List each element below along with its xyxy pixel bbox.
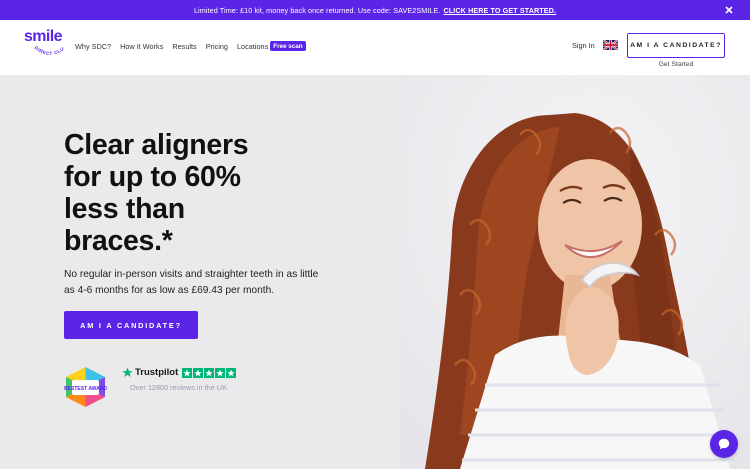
trustpilot-widget[interactable]: Trustpilot Over 12800 reviews in the UK bbox=[122, 367, 242, 392]
nav-locations[interactable]: Locations bbox=[237, 42, 268, 51]
logo[interactable]: smile DIRECT CLUB bbox=[24, 29, 70, 67]
headline-line-3: less than bbox=[64, 193, 185, 225]
close-icon[interactable] bbox=[722, 3, 736, 17]
uk-flag-icon[interactable] bbox=[603, 40, 618, 50]
award-badge-icon: BESTEST AWARD bbox=[64, 367, 107, 407]
headline-line-1: Clear aligners bbox=[64, 129, 249, 161]
sign-in-link[interactable]: Sign In bbox=[572, 41, 595, 50]
main-nav: Why SDC? How It Works Results Pricing Lo… bbox=[75, 41, 306, 51]
logo-subtext: DIRECT CLUB bbox=[32, 46, 65, 56]
nav-why-sdc[interactable]: Why SDC? bbox=[75, 42, 111, 51]
hero-candidate-button[interactable]: AM I A CANDIDATE? bbox=[64, 311, 198, 339]
get-started-link[interactable]: Get Started bbox=[627, 61, 725, 68]
rating-star-icon bbox=[182, 367, 193, 378]
trustpilot-brand: Trustpilot bbox=[135, 367, 179, 378]
header-candidate-button[interactable]: AM I A CANDIDATE? bbox=[627, 33, 725, 58]
nav-how-it-works[interactable]: How It Works bbox=[120, 42, 163, 51]
nav-pricing[interactable]: Pricing bbox=[206, 42, 228, 51]
hero-headline: Clear aligners for up to 60% less than b… bbox=[64, 129, 294, 257]
hero-subcopy: No regular in-person visits and straight… bbox=[64, 269, 319, 296]
promo-text: Limited Time: £10 kit, money back once r… bbox=[193, 5, 441, 15]
hero-photo bbox=[400, 75, 750, 469]
rating-star-icon bbox=[226, 367, 237, 378]
chat-bubble-icon bbox=[718, 438, 730, 450]
nav-results[interactable]: Results bbox=[172, 42, 196, 51]
trustpilot-rating bbox=[182, 367, 237, 378]
chat-launcher-button[interactable] bbox=[710, 430, 738, 458]
trustpilot-star-icon bbox=[122, 367, 133, 378]
rating-star-icon bbox=[215, 367, 226, 378]
promo-banner: Limited Time: £10 kit, money back once r… bbox=[0, 0, 750, 20]
trustpilot-reviews: Over 12800 reviews in the UK bbox=[130, 383, 227, 392]
promo-link[interactable]: CLICK HERE TO GET STARTED. bbox=[444, 6, 557, 15]
logo-word: smile bbox=[24, 28, 63, 45]
free-scan-badge: Free scan bbox=[270, 41, 306, 51]
award-text: BESTEST AWARD bbox=[64, 386, 107, 392]
rating-star-icon bbox=[193, 367, 204, 378]
headline-line-4: braces.* bbox=[64, 225, 173, 257]
hero-section: Clear aligners for up to 60% less than b… bbox=[0, 75, 750, 469]
svg-text:DIRECT CLUB: DIRECT CLUB bbox=[32, 46, 65, 56]
headline-line-2: for up to 60% bbox=[64, 161, 241, 193]
rating-star-icon bbox=[204, 367, 215, 378]
site-header: smile DIRECT CLUB Why SDC? How It Works … bbox=[0, 20, 750, 75]
